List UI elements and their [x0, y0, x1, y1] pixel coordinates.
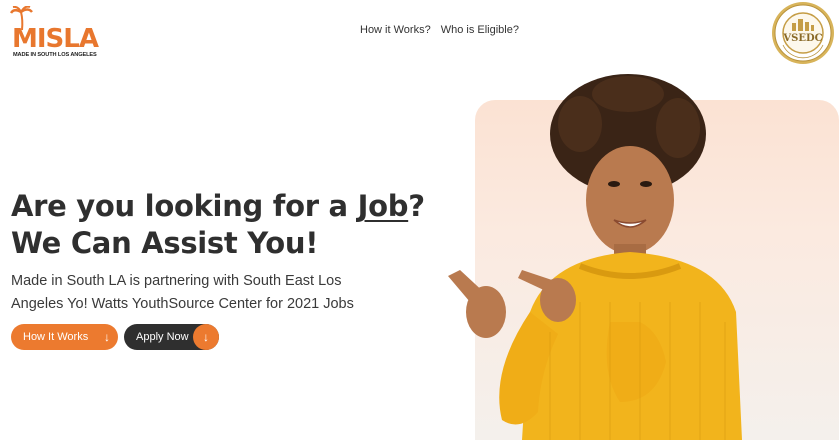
logo-wordmark: MISLA	[12, 24, 99, 54]
how-it-works-label: How It Works	[23, 331, 89, 343]
misla-logo[interactable]: MISLA MADE IN SOUTH LOS ANGELES	[10, 6, 99, 60]
headline-line2: We Can Assist You!	[11, 226, 319, 260]
nav-who-is-eligible[interactable]: Who is Eligible?	[441, 24, 519, 36]
nav-how-it-works[interactable]: How it Works?	[360, 24, 431, 36]
seal-text: VSEDC	[782, 33, 822, 44]
arrow-down-icon: ↓	[193, 324, 219, 350]
hero-subtext: Made in South LA is partnering with Sout…	[11, 273, 354, 312]
headline-part2: ?	[408, 189, 425, 223]
logo-tagline: MADE IN SOUTH LOS ANGELES	[13, 52, 97, 58]
headline-job-link[interactable]: Job	[358, 189, 409, 223]
hero-headline: Are you looking for a Job? We Can Assist…	[11, 188, 425, 262]
main-nav: How it Works? Who is Eligible?	[360, 24, 519, 36]
hero-woman-image	[448, 74, 742, 440]
headline-part1: Are you looking for a	[11, 189, 358, 223]
vsedc-seal-logo[interactable]: VSEDC	[771, 1, 835, 65]
how-it-works-button[interactable]: How It Works ↓	[11, 324, 118, 350]
apply-now-button[interactable]: Apply Now ↓	[124, 324, 219, 350]
arrow-down-icon: ↓	[104, 330, 110, 344]
apply-now-label: Apply Now	[136, 331, 189, 343]
